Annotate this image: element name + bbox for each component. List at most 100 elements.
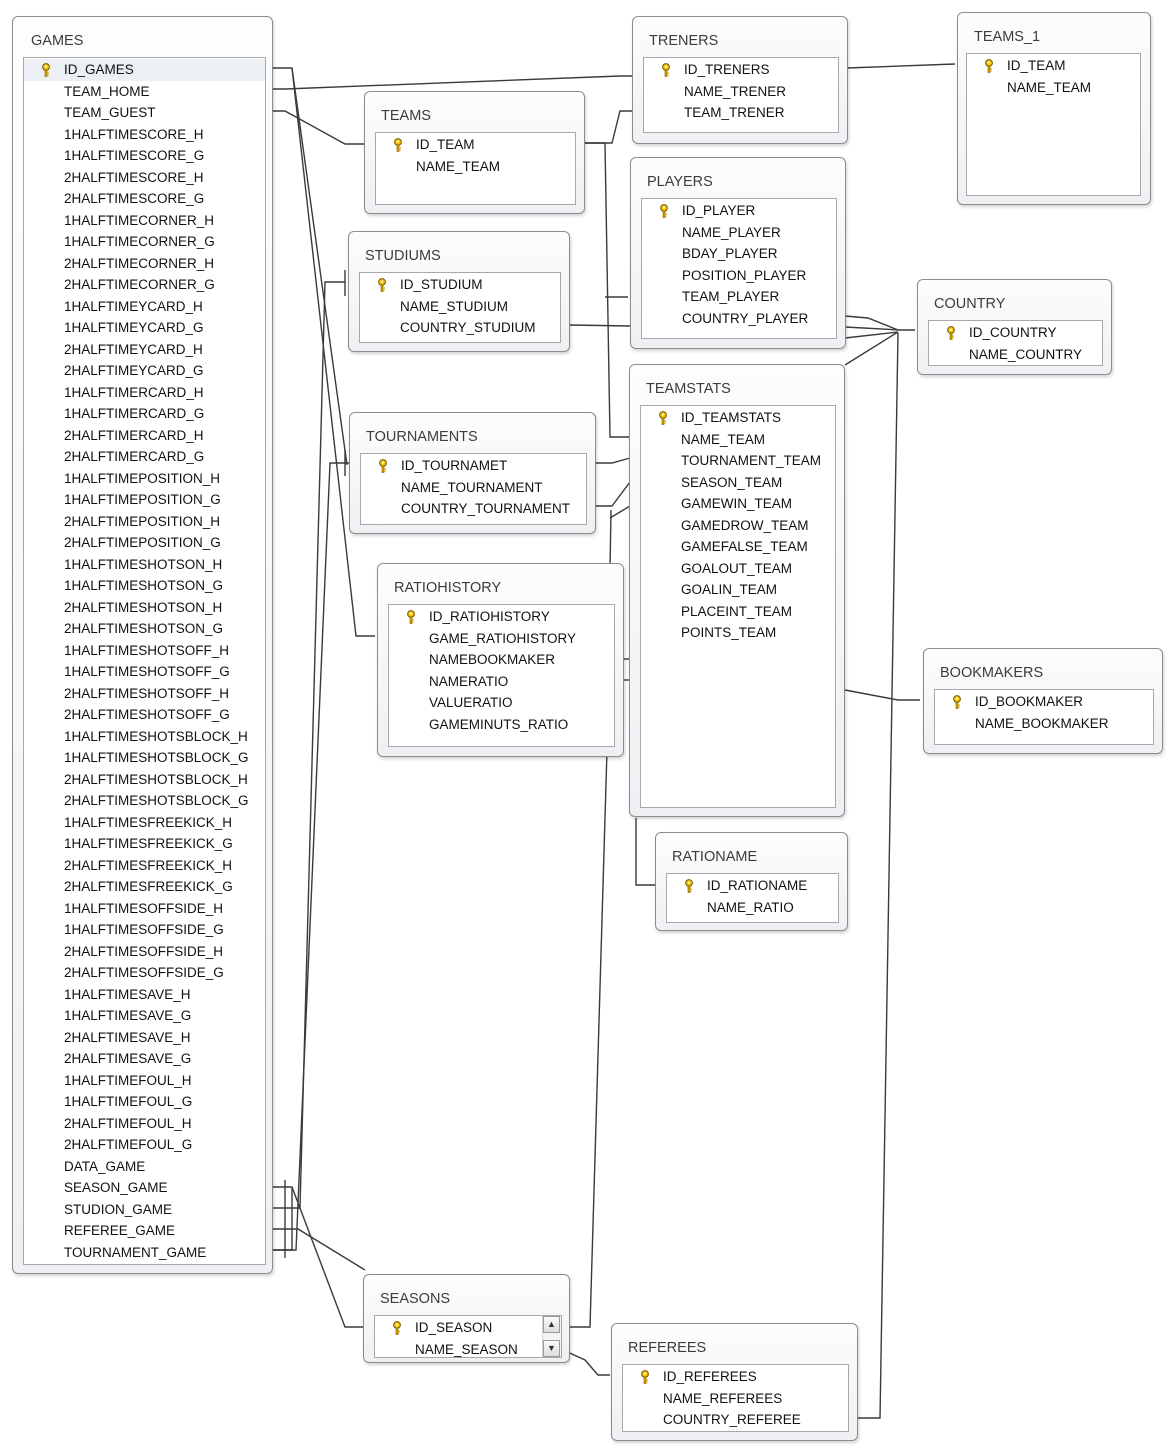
field-item[interactable]: 1HALFTIMESAVE_H — [24, 984, 265, 1006]
field-item[interactable]: GAME_RATIOHISTORY — [389, 628, 614, 650]
field-item[interactable]: 1HALFTIMESHOTSON_H — [24, 554, 265, 576]
field-item[interactable]: 1HALFTIMEPOSITION_H — [24, 468, 265, 490]
field-item[interactable]: TEAM_TRENER — [644, 102, 838, 124]
table-rationame[interactable]: RATIONAME ID_RATIONAME NAME_RATIO — [655, 832, 848, 931]
table-referees[interactable]: REFEREES ID_REFEREES NAME_REFEREES COUNTRY… — [611, 1323, 858, 1441]
field-item[interactable]: COUNTRY_STUDIUM — [360, 317, 560, 339]
field-item[interactable]: 2HALFTIMESOFFSIDE_G — [24, 962, 265, 984]
field-item[interactable]: 2HALFTIMEYCARD_G — [24, 360, 265, 382]
field-item[interactable]: SEASON_TEAM — [641, 472, 835, 494]
field-item[interactable]: GOALIN_TEAM — [641, 579, 835, 601]
field-item[interactable]: 1HALFTIMERCARD_H — [24, 382, 265, 404]
field-item[interactable]: 2HALFTIMESAVE_H — [24, 1027, 265, 1049]
field-item[interactable]: 1HALFTIMECORNER_G — [24, 231, 265, 253]
field-item[interactable]: 2HALFTIMEPOSITION_G — [24, 532, 265, 554]
table-seasons[interactable]: SEASONS ID_SEASON NAME_SEASON ▲ ▼ — [363, 1274, 570, 1363]
field-item[interactable]: TOURNAMENT_GAME — [24, 1242, 265, 1264]
field-item[interactable]: NAME_STUDIUM — [360, 296, 560, 318]
field-item[interactable]: NAME_TRENER — [644, 81, 838, 103]
primary-key-field[interactable]: ID_RATIONAME — [667, 875, 838, 897]
primary-key-field[interactable]: ID_TEAM — [376, 134, 575, 156]
field-item[interactable]: PLACEINT_TEAM — [641, 601, 835, 623]
field-item[interactable]: 1HALFTIMEFOUL_G — [24, 1091, 265, 1113]
field-item[interactable]: TEAM_HOME — [24, 81, 265, 103]
field-item[interactable]: TEAM_GUEST — [24, 102, 265, 124]
table-ratiohistory[interactable]: RATIOHISTORY ID_RATIOHISTORY GAME_RATIOHI… — [377, 563, 624, 757]
field-item[interactable]: 1HALFTIMESFREEKICK_G — [24, 833, 265, 855]
table-teams[interactable]: TEAMS ID_TEAM NAME_TEAM — [364, 91, 585, 214]
field-item[interactable]: 1HALFTIMEYCARD_H — [24, 296, 265, 318]
field-item[interactable]: NAME_SEASON — [375, 1339, 543, 1361]
field-item[interactable]: 1HALFTIMESFREEKICK_H — [24, 812, 265, 834]
field-item[interactable]: GAMEDROW_TEAM — [641, 515, 835, 537]
field-item[interactable]: REFEREE_GAME — [24, 1220, 265, 1242]
table-studiums[interactable]: STUDIUMS ID_STUDIUM NAME_STUDIUM COUNTRY_S… — [348, 231, 570, 352]
field-item[interactable]: 2HALFTIMESHOTSBLOCK_H — [24, 769, 265, 791]
field-item[interactable]: GOALOUT_TEAM — [641, 558, 835, 580]
field-item[interactable]: SEASON_GAME — [24, 1177, 265, 1199]
vertical-scrollbar[interactable]: ▲ ▼ — [542, 1316, 561, 1357]
field-item[interactable]: 2HALFTIMESCORE_H — [24, 167, 265, 189]
field-item[interactable]: 1HALFTIMEPOSITION_G — [24, 489, 265, 511]
field-item[interactable]: 2HALFTIMESHOTSOFF_G — [24, 704, 265, 726]
field-item[interactable]: 1HALFTIMESOFFSIDE_H — [24, 898, 265, 920]
field-item[interactable]: NAMEBOOKMAKER — [389, 649, 614, 671]
scroll-down-icon[interactable]: ▼ — [543, 1340, 560, 1357]
primary-key-field[interactable]: ID_COUNTRY — [929, 322, 1102, 344]
primary-key-field[interactable]: ID_TRENERS — [644, 59, 838, 81]
field-item[interactable]: VALUERATIO — [389, 692, 614, 714]
field-item[interactable]: NAME_BOOKMAKER — [935, 713, 1153, 735]
scroll-up-icon[interactable]: ▲ — [543, 1316, 560, 1333]
field-item[interactable]: NAME_TEAM — [967, 77, 1140, 99]
field-item[interactable]: TEAM_PLAYER — [642, 286, 836, 308]
primary-key-field[interactable]: ID_STUDIUM — [360, 274, 560, 296]
field-item[interactable]: 1HALFTIMEYCARD_G — [24, 317, 265, 339]
field-item[interactable]: NAME_TOURNAMENT — [361, 477, 586, 499]
field-item[interactable]: NAME_COUNTRY — [929, 344, 1102, 366]
primary-key-field[interactable]: ID_TOURNAMET — [361, 455, 586, 477]
field-item[interactable]: 2HALFTIMEFOUL_G — [24, 1134, 265, 1156]
table-bookmakers[interactable]: BOOKMAKERS ID_BOOKMAKER NAME_BOOKMAKER — [923, 648, 1163, 754]
field-item[interactable]: STUDION_GAME — [24, 1199, 265, 1221]
table-games[interactable]: GAMES ID_GAMES TEAM_HOME TEAM_GUEST 1HALFTI… — [12, 16, 273, 1274]
field-item[interactable]: 1HALFTIMECORNER_H — [24, 210, 265, 232]
field-item[interactable]: 1HALFTIMESCORE_H — [24, 124, 265, 146]
field-item[interactable]: 2HALFTIMEFOUL_H — [24, 1113, 265, 1135]
field-item[interactable]: 2HALFTIMECORNER_H — [24, 253, 265, 275]
primary-key-field[interactable]: ID_SEASON — [375, 1317, 543, 1339]
field-item[interactable]: 2HALFTIMESAVE_G — [24, 1048, 265, 1070]
table-country[interactable]: COUNTRY ID_COUNTRY NAME_COUNTRY — [917, 279, 1112, 375]
field-item[interactable]: 1HALFTIMESHOTSBLOCK_H — [24, 726, 265, 748]
field-item[interactable]: GAMEWIN_TEAM — [641, 493, 835, 515]
field-item[interactable]: NAME_PLAYER — [642, 222, 836, 244]
table-tournaments[interactable]: TOURNAMENTS ID_TOURNAMET NAME_TOURNAMENT C… — [349, 412, 596, 534]
field-item[interactable]: NAME_TEAM — [641, 429, 835, 451]
table-teams-1[interactable]: TEAMS_1 ID_TEAM NAME_TEAM — [957, 12, 1151, 205]
field-item[interactable]: 2HALFTIMESHOTSOFF_H — [24, 683, 265, 705]
field-item[interactable]: 2HALFTIMESOFFSIDE_H — [24, 941, 265, 963]
field-item[interactable]: 1HALFTIMESHOTSOFF_H — [24, 640, 265, 662]
table-teamstats[interactable]: TEAMSTATS ID_TEAMSTATS NAME_TEAM TOURNAMEN… — [629, 364, 845, 817]
field-item[interactable]: NAME_REFEREES — [623, 1388, 848, 1410]
field-item[interactable]: NAMERATIO — [389, 671, 614, 693]
primary-key-field[interactable]: ID_REFEREES — [623, 1366, 848, 1388]
field-item[interactable]: 2HALFTIMESFREEKICK_H — [24, 855, 265, 877]
field-item[interactable]: TOURNAMENT_TEAM — [641, 450, 835, 472]
field-item[interactable]: 2HALFTIMESFREEKICK_G — [24, 876, 265, 898]
field-item[interactable]: NAME_TEAM — [376, 156, 575, 178]
field-item[interactable]: 2HALFTIMECORNER_G — [24, 274, 265, 296]
field-item[interactable]: 2HALFTIMESCORE_G — [24, 188, 265, 210]
field-item[interactable]: COUNTRY_TOURNAMENT — [361, 498, 586, 520]
field-item[interactable]: 2HALFTIMERCARD_H — [24, 425, 265, 447]
field-item[interactable]: DATA_GAME — [24, 1156, 265, 1178]
field-item[interactable]: 2HALFTIMEYCARD_H — [24, 339, 265, 361]
field-item[interactable]: 2HALFTIMESHOTSON_G — [24, 618, 265, 640]
field-item[interactable]: 1HALFTIMESCORE_G — [24, 145, 265, 167]
primary-key-field[interactable]: ID_TEAM — [967, 55, 1140, 77]
primary-key-field[interactable]: ID_TEAMSTATS — [641, 407, 835, 429]
primary-key-field[interactable]: ID_RATIOHISTORY — [389, 606, 614, 628]
primary-key-field[interactable]: ID_BOOKMAKER — [935, 691, 1153, 713]
field-item[interactable]: 2HALFTIMESHOTSON_H — [24, 597, 265, 619]
field-item[interactable]: 1HALFTIMESOFFSIDE_G — [24, 919, 265, 941]
field-item[interactable]: 1HALFTIMERCARD_G — [24, 403, 265, 425]
